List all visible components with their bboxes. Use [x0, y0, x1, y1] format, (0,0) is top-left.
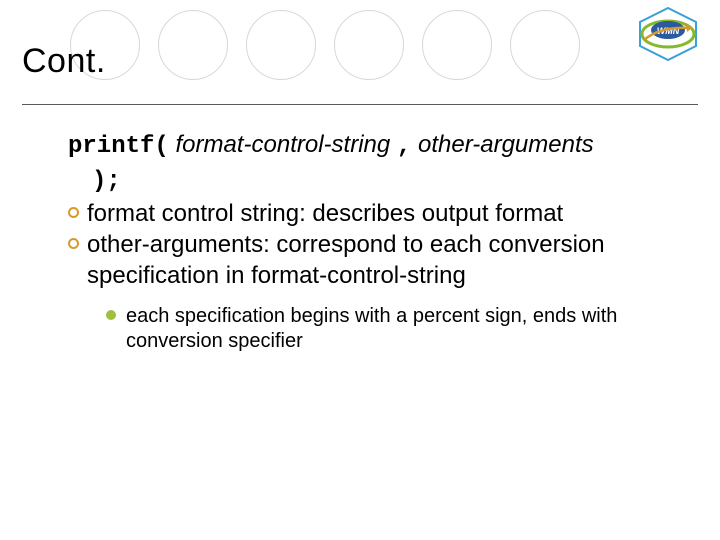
code-arg1: format-control-string	[176, 131, 391, 158]
slide-body: printf( format-control-string , other-ar…	[68, 130, 688, 354]
code-comma: ,	[397, 133, 411, 160]
bg-circle	[334, 10, 404, 80]
slide-title: Cont.	[22, 42, 106, 81]
bullet-text: format control string: describes output …	[87, 199, 688, 230]
bullet-row: other-arguments: correspond to each conv…	[68, 230, 688, 291]
printf-syntax-close: );	[68, 165, 688, 198]
bg-circle	[246, 10, 316, 80]
dot-bullet-icon	[106, 310, 116, 320]
printf-syntax: printf( format-control-string , other-ar…	[68, 130, 688, 163]
code-fn-open: printf(	[68, 133, 169, 160]
ring-bullet-icon	[68, 238, 79, 249]
sub-bullet-text: each specification begins with a percent…	[126, 304, 666, 354]
title-rule	[22, 104, 698, 105]
ring-bullet-icon	[68, 207, 79, 218]
bullet-row: format control string: describes output …	[68, 199, 688, 230]
wmn-logo: WMN	[630, 6, 706, 62]
bg-circle	[158, 10, 228, 80]
code-close: );	[92, 168, 121, 195]
decorative-circles	[70, 10, 580, 80]
bg-circle	[510, 10, 580, 80]
bullet-text: other-arguments: correspond to each conv…	[87, 230, 688, 291]
bg-circle	[422, 10, 492, 80]
sub-bullet-row: each specification begins with a percent…	[106, 304, 666, 354]
code-arg2: other-arguments	[418, 131, 594, 158]
